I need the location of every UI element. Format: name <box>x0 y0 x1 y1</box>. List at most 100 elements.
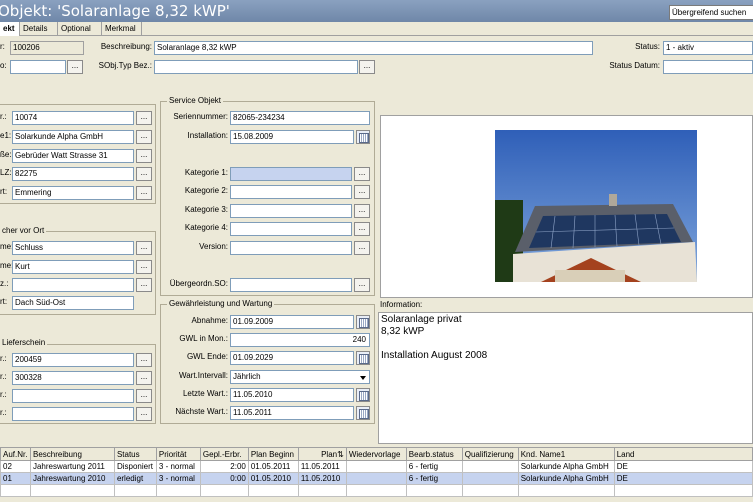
table-row[interactable]: 01 Jahreswartung 2010 erledigt 3 - norma… <box>0 472 753 485</box>
customer-city-field[interactable]: Emmering <box>12 186 134 200</box>
col-header-processing-status[interactable]: Bearb.status <box>405 447 463 461</box>
cell-country: DE <box>613 460 753 473</box>
row2-lookup-button[interactable]: ... <box>67 60 83 74</box>
category-1-lookup-button[interactable]: ... <box>354 167 370 181</box>
contact-firstname-lookup-button[interactable]: ... <box>136 260 152 274</box>
customer-zip-lookup-button[interactable]: ... <box>136 167 152 181</box>
version-lookup-button[interactable]: ... <box>354 241 370 255</box>
tab-merkmal[interactable]: Merkmal <box>102 22 142 36</box>
cell-plan-start: 01.05.2011 <box>247 460 299 473</box>
category-2-lookup-button[interactable]: ... <box>354 185 370 199</box>
contact-location-field[interactable]: Dach Süd-Ost <box>12 296 134 310</box>
status-date-field[interactable] <box>663 60 753 74</box>
col-header-followup[interactable]: Wiedervorlage <box>345 447 407 461</box>
id-label: r: <box>0 42 5 51</box>
chevron-down-icon[interactable] <box>358 371 368 383</box>
next-maintenance-calendar-icon[interactable] <box>356 406 370 420</box>
col-header-order-no[interactable]: Auf.Nr. <box>0 447 31 461</box>
customer-street-lookup-button[interactable]: ... <box>136 149 152 163</box>
warranty-end-calendar-icon[interactable] <box>356 351 370 365</box>
contact-extra-field[interactable] <box>12 278 134 292</box>
tab-optional[interactable]: Optional <box>58 22 102 36</box>
customer-city-lookup-button[interactable]: ... <box>136 186 152 200</box>
tab-objekt[interactable]: ekt <box>0 22 20 36</box>
delivery-note-4-field[interactable] <box>12 407 134 421</box>
table-row-empty[interactable] <box>0 484 753 497</box>
cell-priority: 3 - normal <box>155 460 201 473</box>
col-header-priority[interactable]: Priorität <box>155 447 201 461</box>
contact-lastname-lookup-button[interactable]: ... <box>136 241 152 255</box>
acceptance-calendar-icon[interactable] <box>356 315 370 329</box>
col-header-planned-actual[interactable]: Gepl.-Erbr. <box>199 447 249 461</box>
delivery-label-2: r.: <box>0 372 7 381</box>
installation-calendar-icon[interactable] <box>356 130 370 144</box>
version-field[interactable] <box>230 241 352 255</box>
maintenance-interval-select[interactable]: Jährlich <box>230 370 370 384</box>
acceptance-date-field[interactable]: 01.09.2009 <box>230 315 354 329</box>
col-header-status[interactable]: Status <box>113 447 157 461</box>
delivery-note-4-lookup-button[interactable]: ... <box>136 407 152 421</box>
description-field[interactable]: Solaranlage 8,32 kWP <box>154 41 593 55</box>
cell-plan-start: 01.05.2010 <box>247 472 299 485</box>
installation-date-field[interactable]: 15.08.2009 <box>230 130 354 144</box>
warranty-months-field[interactable]: 240 <box>230 333 370 347</box>
tab-details[interactable]: Details <box>20 22 58 36</box>
global-search-button[interactable]: Übergreifend suchen <box>669 5 753 20</box>
warranty-end-field[interactable]: 01.09.2029 <box>230 351 354 365</box>
customer-street-field[interactable]: Gebrüder Watt Strasse 31 <box>12 149 134 163</box>
cell-followup <box>345 472 407 485</box>
tab-bar: ekt Details Optional Merkmal <box>0 22 753 36</box>
delivery-note-1-lookup-button[interactable]: ... <box>136 353 152 367</box>
category-2-field[interactable] <box>230 185 352 199</box>
customer-name-field[interactable]: Solarkunde Alpha GmbH <box>12 130 134 144</box>
delivery-label-4: r.: <box>0 408 7 417</box>
parent-object-lookup-button[interactable]: ... <box>354 278 370 292</box>
delivery-note-2-lookup-button[interactable]: ... <box>136 371 152 385</box>
parent-object-field[interactable] <box>230 278 352 292</box>
contact-extra-lookup-button[interactable]: ... <box>136 278 152 292</box>
object-image-panel <box>380 115 753 298</box>
status-field[interactable]: 1 - aktiv <box>663 41 753 55</box>
status-label: Status: <box>635 42 660 51</box>
delivery-note-2-field[interactable]: 300328 <box>12 371 134 385</box>
customer-number-field[interactable]: 10074 <box>12 111 134 125</box>
last-maintenance-label: Letzte Wart.: <box>182 389 228 398</box>
contact-lastname-field[interactable]: Schluss <box>12 241 134 255</box>
object-type-field[interactable] <box>154 60 358 74</box>
col-header-customer-name[interactable]: Knd. Name1 <box>517 447 615 461</box>
delivery-note-3-lookup-button[interactable]: ... <box>136 389 152 403</box>
serial-number-field[interactable]: 82065-234234 <box>230 111 370 125</box>
description-label: Beschreibung: <box>100 42 152 51</box>
col-header-description[interactable]: Beschreibung <box>29 447 115 461</box>
category-2-label: Kategorie 2: <box>184 186 228 195</box>
col-header-qualification[interactable]: Qualifizierung <box>461 447 519 461</box>
information-label: Information: <box>380 300 423 309</box>
category-4-lookup-button[interactable]: ... <box>354 222 370 236</box>
category-1-field[interactable] <box>230 167 352 181</box>
object-type-lookup-button[interactable]: ... <box>359 60 375 74</box>
information-textarea[interactable]: Solaranlage privat 8,32 kWP Installation… <box>378 312 753 444</box>
category-4-field[interactable] <box>230 222 352 236</box>
table-row[interactable]: 02 Jahreswartung 2011 Disponiert 3 - nor… <box>0 460 753 473</box>
next-maintenance-label: Nächste Wart.: <box>175 407 228 416</box>
next-maintenance-field[interactable]: 11.05.2011 <box>230 406 354 420</box>
delivery-note-1-field[interactable]: 200459 <box>12 353 134 367</box>
last-maintenance-calendar-icon[interactable] <box>356 388 370 402</box>
col-header-plan[interactable]: Plan⇅ <box>297 447 347 461</box>
col-header-plan-start[interactable]: Plan Beginn <box>247 447 299 461</box>
cell-plan: 11.05.2010 <box>297 472 347 485</box>
last-maintenance-field[interactable]: 11.05.2010 <box>230 388 354 402</box>
row2-label: o: <box>0 61 7 70</box>
category-3-lookup-button[interactable]: ... <box>354 204 370 218</box>
delivery-note-3-field[interactable] <box>12 389 134 403</box>
category-3-field[interactable] <box>230 204 352 218</box>
customer-number-lookup-button[interactable]: ... <box>136 111 152 125</box>
customer-zip-field[interactable]: 82275 <box>12 167 134 181</box>
contact-firstname-field[interactable]: Kurt <box>12 260 134 274</box>
customer-name-lookup-button[interactable]: ... <box>136 130 152 144</box>
row2-field[interactable] <box>10 60 66 74</box>
object-id-field: 100206 <box>10 41 84 55</box>
customer-label-3: ße: <box>0 150 12 159</box>
information-line-4: Installation August 2008 <box>381 350 488 361</box>
col-header-country[interactable]: Land <box>613 447 753 461</box>
